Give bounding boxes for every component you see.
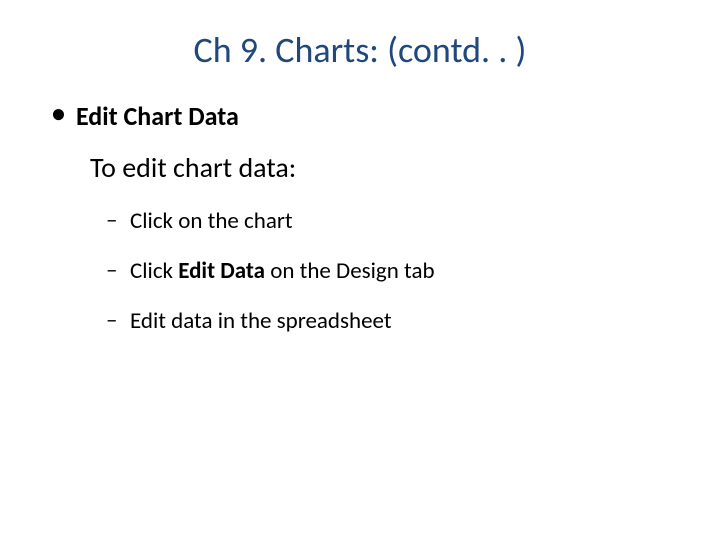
step-2-prefix: Click xyxy=(130,257,178,285)
step-2: Click Edit Data on the Design tab xyxy=(106,257,690,285)
slide-title: Ch 9. Charts: (contd. . ) xyxy=(30,28,690,72)
bullet-list-level2: Click on the chart Click Edit Data on th… xyxy=(106,207,690,335)
step-3: Edit data in the spreadsheet xyxy=(106,307,690,335)
step-2-bold: Edit Data xyxy=(178,257,265,285)
intro-line: To edit chart data: xyxy=(90,150,690,185)
step-2-suffix: on the Design tab xyxy=(265,257,435,285)
step-1: Click on the chart xyxy=(106,207,690,235)
section-heading: Edit Chart Data xyxy=(52,100,690,132)
bullet-list-level1: Edit Chart Data xyxy=(52,100,690,132)
